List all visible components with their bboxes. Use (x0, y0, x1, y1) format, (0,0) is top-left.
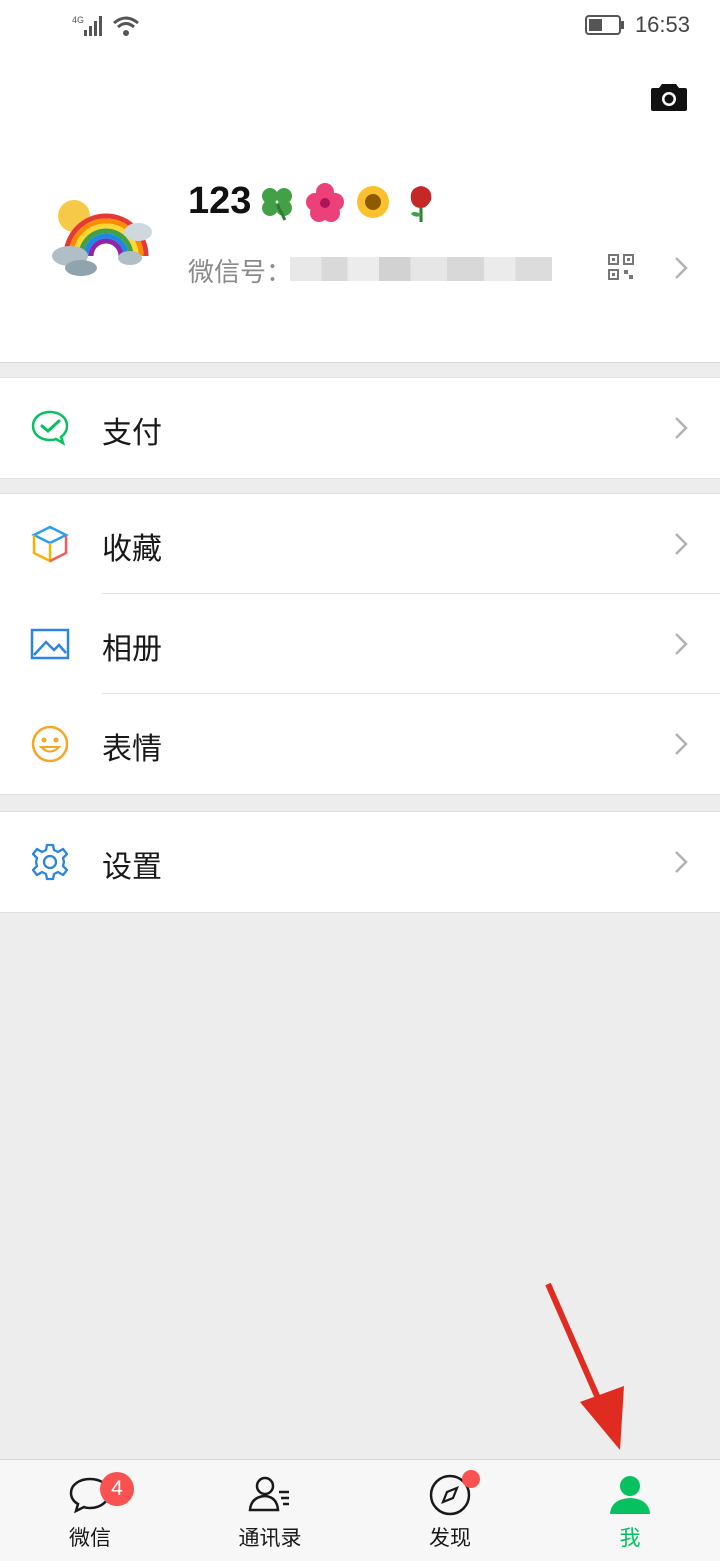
wifi-icon (113, 16, 139, 36)
profile-header[interactable]: 123 微信号： (0, 56, 720, 363)
chevron-right-icon (675, 851, 688, 873)
menu-item-settings[interactable]: 设置 (0, 812, 720, 912)
chevron-right-icon (675, 257, 688, 279)
menu-item-label: 设置 (102, 850, 162, 885)
tab-label: 发现 (429, 1526, 471, 1550)
menu-item-favorites[interactable]: 收藏 (0, 494, 720, 594)
settings-group: 设置 (0, 811, 720, 913)
hibiscus-icon (306, 182, 345, 222)
tab-label: 微信 (69, 1526, 111, 1550)
notification-dot (462, 1470, 480, 1488)
tab-chats[interactable]: 4 微信 (0, 1460, 180, 1561)
wechat-pay-icon (31, 410, 69, 446)
avatar[interactable] (46, 186, 156, 296)
signal-icon: 4G (72, 15, 102, 36)
annotation-arrow (545, 1282, 624, 1450)
tab-me[interactable]: 我 (540, 1460, 720, 1561)
four-leaf-clover-icon (262, 187, 293, 221)
chevron-right-icon (675, 533, 688, 555)
chevron-right-icon (675, 417, 688, 439)
unread-badge: 4 (100, 1472, 134, 1506)
status-bar: 4G 16:53 (0, 0, 720, 56)
menu-item-pay[interactable]: 支付 (0, 378, 720, 478)
sunflower-icon (357, 185, 390, 218)
chevron-right-icon (675, 633, 688, 655)
pay-group: 支付 (0, 377, 720, 479)
picture-icon (30, 628, 70, 660)
rose-icon (411, 185, 432, 222)
status-left: 4G (72, 14, 140, 38)
nickname-text: 123 (188, 180, 252, 222)
content-group: 收藏 相册 表情 (0, 493, 720, 795)
tab-label: 通讯录 (238, 1526, 302, 1550)
tab-contacts[interactable]: 通讯录 (180, 1460, 360, 1561)
gear-icon (31, 843, 69, 881)
menu-item-stickers[interactable]: 表情 (0, 694, 720, 794)
tab-bar: 4 微信 通讯录 发现 我 (0, 1459, 720, 1561)
wechat-id-blurred (290, 257, 552, 281)
menu-item-label: 相册 (102, 632, 162, 667)
tab-discover[interactable]: 发现 (360, 1460, 540, 1561)
nickname: 123 (188, 180, 443, 223)
smiley-icon (31, 725, 69, 763)
person-icon (610, 1476, 650, 1514)
wechat-id-label: 微信号： (188, 258, 293, 288)
chevron-right-icon (675, 733, 688, 755)
cube-icon (31, 525, 69, 564)
menu-item-label: 表情 (102, 732, 162, 767)
qr-code-icon[interactable] (608, 254, 634, 280)
rainbow-avatar-image (52, 200, 152, 276)
battery-icon (584, 15, 624, 35)
menu-item-label: 支付 (102, 416, 162, 451)
svg-text:4G: 4G (72, 15, 84, 25)
tab-label: 我 (619, 1526, 641, 1550)
contacts-icon (248, 1476, 289, 1512)
menu-item-label: 收藏 (102, 532, 162, 567)
menu-item-album[interactable]: 相册 (0, 594, 720, 694)
clock: 16:53 (634, 12, 690, 37)
camera-icon[interactable] (650, 82, 688, 112)
status-right: 16:53 (584, 12, 690, 38)
